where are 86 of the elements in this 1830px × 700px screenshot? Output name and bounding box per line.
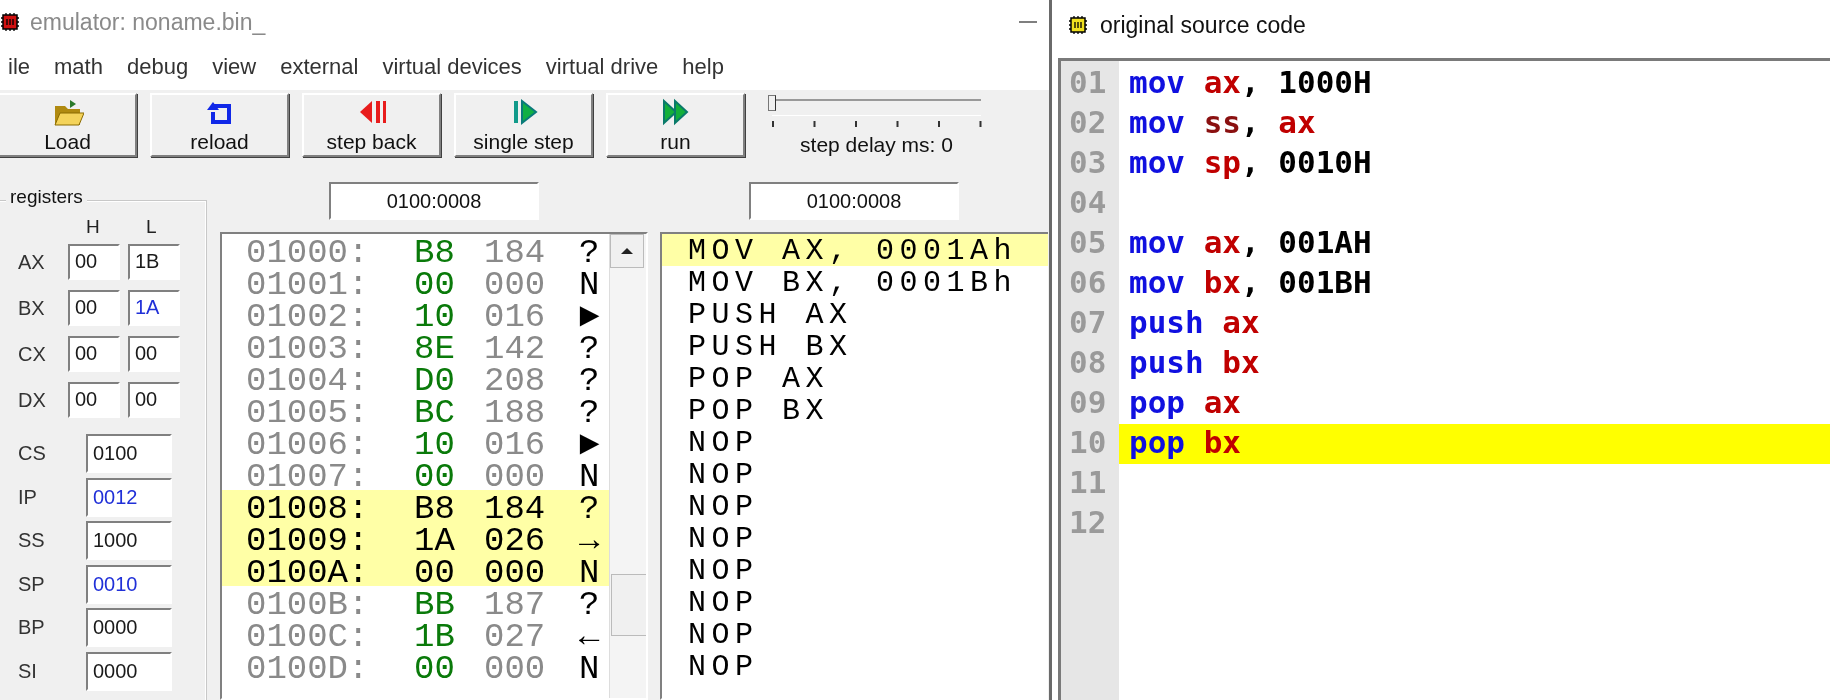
code-line: mov ax, 1000H xyxy=(1128,64,1373,102)
register-field[interactable]: 00 xyxy=(68,382,120,418)
line-number: 07 xyxy=(1068,304,1108,342)
register-label: DX xyxy=(18,388,47,412)
instruction-line[interactable]: PUSH BX xyxy=(662,330,1048,362)
load-button[interactable]: Load xyxy=(0,93,137,157)
register-label: CS xyxy=(18,442,47,465)
back-button[interactable]: step back xyxy=(302,93,441,157)
register-field[interactable]: 0100 xyxy=(86,434,172,473)
code-line: push ax xyxy=(1128,304,1261,342)
slider-thumb[interactable] xyxy=(768,95,776,111)
column-header: L xyxy=(146,216,157,238)
register-field[interactable]: 00 xyxy=(68,244,120,280)
line-number: 04 xyxy=(1068,184,1108,222)
line-number: 01 xyxy=(1068,64,1108,102)
instruction-line[interactable]: NOP xyxy=(662,618,1048,650)
register-label: AX xyxy=(18,250,46,274)
register-field[interactable]: 0010 xyxy=(86,564,172,604)
line-number: 10 xyxy=(1068,424,1108,462)
instruction-line[interactable]: NOP xyxy=(662,554,1048,586)
register-label: SI xyxy=(18,659,38,683)
line-number: 05 xyxy=(1068,224,1108,262)
menu-item[interactable]: help xyxy=(670,54,736,80)
slider-label: step delay ms: 0 xyxy=(799,133,954,157)
reload-button[interactable]: reload xyxy=(150,93,289,157)
menu-item[interactable]: ile xyxy=(0,54,42,80)
line-number: 11 xyxy=(1068,464,1108,502)
register-field[interactable]: 00 xyxy=(68,290,120,326)
register-label: BP xyxy=(18,616,46,639)
menu-item[interactable]: view xyxy=(200,54,269,80)
code-line: push bx xyxy=(1128,344,1261,382)
step-button[interactable]: single step xyxy=(454,93,593,157)
code-line: mov ax, 001AH xyxy=(1128,224,1373,262)
register-field[interactable]: 1000 xyxy=(86,521,172,560)
register-field[interactable]: 0012 xyxy=(86,477,172,517)
line-number: 06 xyxy=(1068,264,1108,302)
code-line: mov sp, 0010H xyxy=(1128,144,1373,182)
register-field[interactable]: 0000 xyxy=(86,651,172,691)
instruction-line[interactable]: MOV BX, 0001Bh xyxy=(662,266,1048,298)
instruction-line[interactable]: NOP xyxy=(662,650,1048,682)
line-number: 12 xyxy=(1068,504,1108,542)
register-label: CX xyxy=(18,342,47,366)
instruction-line[interactable]: NOP xyxy=(662,586,1048,618)
register-label: SS xyxy=(18,529,46,552)
line-number: 09 xyxy=(1068,384,1108,422)
instruction-line[interactable]: NOP xyxy=(662,458,1048,490)
column-header: H xyxy=(86,216,100,238)
chip-icon xyxy=(1068,15,1088,35)
address-field[interactable]: 0100:0008 xyxy=(329,182,539,220)
register-field[interactable]: 0000 xyxy=(86,608,172,647)
code-line: mov ss, ax xyxy=(1128,104,1317,142)
memory-row[interactable]: 01008: B8 184 ? xyxy=(222,490,609,522)
memory-row[interactable]: 0100A: 00 000 N xyxy=(222,554,609,586)
code-line: mov bx, 001BH xyxy=(1128,264,1373,302)
menu-item[interactable]: math xyxy=(42,54,115,80)
line-number: 08 xyxy=(1068,344,1108,382)
menu-item[interactable]: virtual drive xyxy=(533,54,671,80)
register-field[interactable]: 00 xyxy=(128,382,180,418)
address-field[interactable]: 0100:0008 xyxy=(749,182,959,220)
memory-row[interactable]: 01009: 1A 026 → xyxy=(222,522,609,554)
register-field[interactable]: 1A xyxy=(128,290,180,326)
instruction-line[interactable]: POP BX xyxy=(662,394,1048,426)
menu-item[interactable]: debug xyxy=(114,54,201,80)
register-field[interactable]: 00 xyxy=(128,336,180,372)
scrollbar[interactable] xyxy=(609,234,646,698)
instruction-line[interactable]: NOP xyxy=(662,490,1048,522)
window-title: original source code xyxy=(1100,11,1306,39)
window-title: emulator: noname.bin_ xyxy=(30,8,267,36)
line-number: 02 xyxy=(1068,104,1108,142)
scrollbar-thumb[interactable] xyxy=(611,574,646,636)
instruction-line[interactable]: NOP xyxy=(662,522,1048,554)
run-button[interactable]: run xyxy=(606,93,745,157)
menu-item[interactable]: external xyxy=(268,54,371,80)
menu-item[interactable]: virtual devices xyxy=(370,54,534,80)
instruction-line[interactable]: POP AX xyxy=(662,362,1048,394)
register-label: IP xyxy=(18,485,38,509)
register-label: BX xyxy=(18,296,46,320)
register-label: SP xyxy=(18,572,46,596)
register-field[interactable]: 00 xyxy=(68,336,120,372)
chip-icon xyxy=(0,12,20,32)
instruction-line[interactable]: PUSH AX xyxy=(662,298,1048,330)
register-field[interactable]: 1B xyxy=(128,244,180,280)
instruction-line[interactable]: NOP xyxy=(662,426,1048,458)
scroll-up-icon[interactable] xyxy=(610,234,644,268)
code-line: pop ax xyxy=(1128,384,1242,422)
line-number: 03 xyxy=(1068,144,1108,182)
